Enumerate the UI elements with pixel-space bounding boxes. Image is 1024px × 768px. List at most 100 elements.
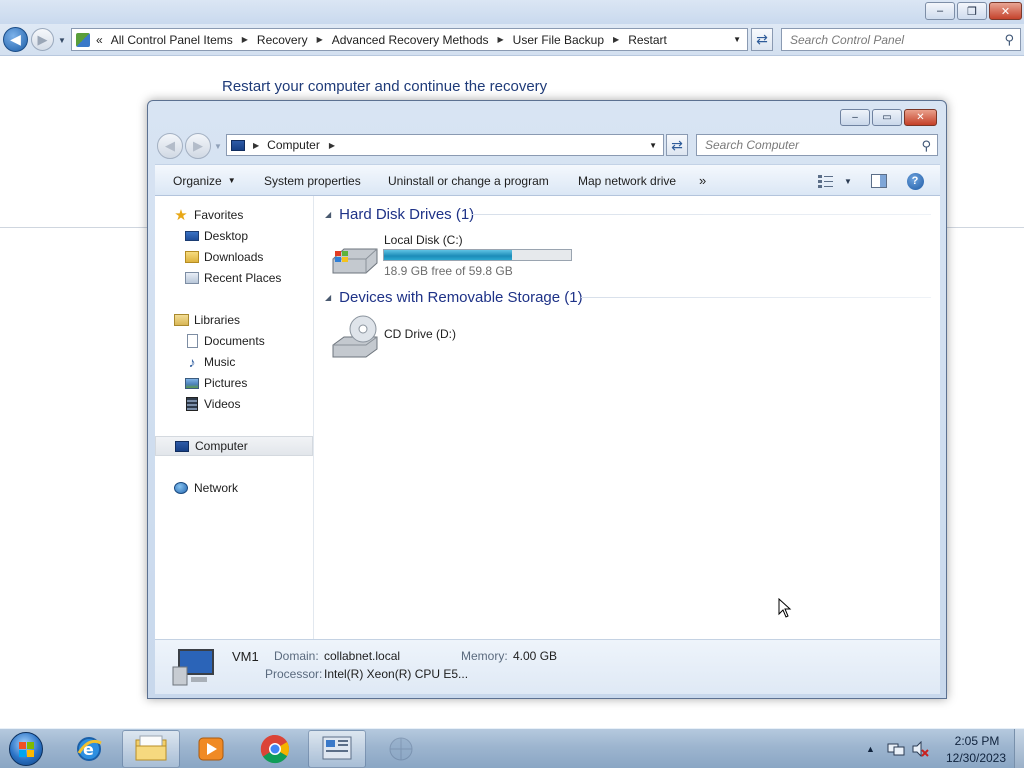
chrome-icon xyxy=(260,734,289,764)
speaker-muted-icon[interactable] xyxy=(911,741,929,757)
refresh-button[interactable]: ⇄ xyxy=(751,28,773,51)
hard-drive-icon xyxy=(332,248,378,274)
computer-explorer-window: – ▭ ✕ ◀ ▶ ▼ ▶ Computer ▶ ▼ ⇄ Search Comp… xyxy=(147,100,947,699)
nav-item-favorites[interactable]: ★ Favorites xyxy=(155,205,313,225)
maximize-button[interactable]: ▭ xyxy=(872,109,902,126)
breadcrumb-separator-icon[interactable]: ▶ xyxy=(613,35,619,44)
nav-item-label: Network xyxy=(194,481,239,495)
breadcrumb-restart[interactable]: Restart xyxy=(628,33,667,47)
taskbar-internet-explorer[interactable]: e xyxy=(60,730,118,768)
minimize-button[interactable]: – xyxy=(925,2,955,20)
breadcrumb-overflow[interactable]: « xyxy=(96,33,103,47)
map-network-drive-button[interactable]: Map network drive xyxy=(578,165,676,196)
taskbar-chrome[interactable] xyxy=(246,730,304,768)
organize-label: Organize xyxy=(173,173,222,188)
address-dropdown-icon[interactable]: ▼ xyxy=(649,141,657,150)
breadcrumb-separator-icon[interactable]: ▶ xyxy=(498,35,504,44)
group-header-removable-storage[interactable]: ◢ Devices with Removable Storage (1) xyxy=(325,287,583,307)
network-app-icon xyxy=(389,737,413,761)
help-button[interactable]: ? xyxy=(906,172,924,190)
breadcrumb-separator-icon[interactable]: ▶ xyxy=(317,35,323,44)
drive-cd-drive[interactable]: CD Drive (D:) xyxy=(330,315,530,365)
taskbar: e ▲ 2:05 PM 12/30/2023 xyxy=(0,728,1024,768)
back-button[interactable]: ◀ xyxy=(3,27,28,52)
address-bar[interactable]: « All Control Panel Items ▶ Recovery ▶ A… xyxy=(71,28,748,51)
uninstall-program-button[interactable]: Uninstall or change a program xyxy=(388,165,549,196)
nav-item-recent-places[interactable]: Recent Places xyxy=(155,268,313,288)
show-desktop-button[interactable] xyxy=(1014,729,1024,768)
search-input[interactable]: Search Computer ⚲ xyxy=(696,134,938,156)
taskbar-media-player[interactable] xyxy=(182,730,240,768)
address-dropdown-icon[interactable]: ▼ xyxy=(733,35,741,44)
more-commands-button[interactable]: » xyxy=(699,165,706,196)
nav-item-videos[interactable]: Videos xyxy=(155,394,313,414)
search-icon[interactable]: ⚲ xyxy=(921,138,931,154)
preview-pane-icon xyxy=(871,174,887,188)
clock-time[interactable]: 2:05 PM xyxy=(946,734,1008,748)
breadcrumb-separator-icon[interactable]: ▶ xyxy=(242,35,248,44)
breadcrumb-user-file-backup[interactable]: User File Backup xyxy=(513,33,604,47)
collapse-triangle-icon[interactable]: ◢ xyxy=(325,293,331,302)
minimize-button[interactable]: – xyxy=(840,109,870,126)
nav-item-label: Recent Places xyxy=(204,271,282,285)
back-button[interactable]: ◀ xyxy=(157,133,183,159)
breadcrumb-advanced-recovery-methods[interactable]: Advanced Recovery Methods xyxy=(332,33,489,47)
nav-item-computer[interactable]: Computer xyxy=(155,436,313,456)
maximize-button[interactable]: ❐ xyxy=(957,2,987,20)
organize-button[interactable]: Organize ▼ xyxy=(173,165,236,196)
windows-logo-icon xyxy=(9,732,43,766)
change-view-button[interactable] xyxy=(817,172,835,190)
view-dropdown-button[interactable]: ▼ xyxy=(839,172,857,190)
breadcrumb-computer[interactable]: Computer xyxy=(267,138,320,152)
close-button[interactable]: ✕ xyxy=(904,109,937,126)
close-button[interactable]: ✕ xyxy=(989,2,1022,20)
control-panel-icon xyxy=(76,32,90,47)
breadcrumb-recovery[interactable]: Recovery xyxy=(257,33,308,47)
nav-item-label: Pictures xyxy=(204,376,248,390)
nav-item-network[interactable]: Network xyxy=(155,478,313,498)
recent-pages-dropdown[interactable]: ▼ xyxy=(58,36,66,45)
taskbar-windows-explorer[interactable] xyxy=(122,730,180,768)
cd-drive-icon xyxy=(332,315,378,358)
nav-item-label: Favorites xyxy=(194,208,244,222)
control-panel-titlebar: – ❐ ✕ xyxy=(0,0,1024,24)
collapse-triangle-icon[interactable]: ◢ xyxy=(325,210,331,219)
group-header-hard-disk[interactable]: ◢ Hard Disk Drives (1) xyxy=(325,204,474,224)
breadcrumb-separator-icon[interactable]: ▶ xyxy=(253,141,259,150)
arrow-right-icon: ▶ xyxy=(193,138,203,153)
computer-icon xyxy=(231,139,245,151)
breadcrumb-separator-icon[interactable]: ▶ xyxy=(329,141,335,150)
memory-value: 4.00 GB xyxy=(513,649,558,663)
star-icon: ★ xyxy=(174,207,188,224)
forward-button[interactable]: ▶ xyxy=(31,28,54,51)
nav-item-libraries[interactable]: Libraries xyxy=(155,310,313,330)
show-hidden-icons-icon[interactable]: ▲ xyxy=(866,744,875,754)
processor-value: Intel(R) Xeon(R) CPU E5... xyxy=(324,667,469,681)
system-properties-button[interactable]: System properties xyxy=(264,165,361,196)
nav-item-documents[interactable]: Documents xyxy=(155,331,313,351)
refresh-button[interactable]: ⇄ xyxy=(666,134,688,156)
preview-pane-button[interactable] xyxy=(870,172,888,190)
network-status-icon[interactable] xyxy=(887,741,905,757)
nav-item-pictures[interactable]: Pictures xyxy=(155,373,313,393)
internet-explorer-icon: e xyxy=(77,737,102,761)
music-note-icon: ♪ xyxy=(188,354,196,370)
breadcrumb-all-control-panel-items[interactable]: All Control Panel Items xyxy=(111,33,233,47)
group-title: Hard Disk Drives (1) xyxy=(339,205,475,223)
start-button[interactable] xyxy=(5,731,47,767)
drive-local-disk[interactable]: Local Disk (C:) 18.9 GB free of 59.8 GB xyxy=(330,229,580,279)
view-options-icon xyxy=(818,175,833,188)
nav-item-music[interactable]: ♪ Music xyxy=(155,352,313,372)
computer-name: VM1 xyxy=(232,649,259,664)
nav-item-desktop[interactable]: Desktop xyxy=(155,226,313,246)
address-bar[interactable]: ▶ Computer ▶ ▼ xyxy=(226,134,664,156)
recent-pages-dropdown[interactable]: ▼ xyxy=(214,142,222,151)
forward-button[interactable]: ▶ xyxy=(185,133,211,159)
taskbar-control-panel[interactable] xyxy=(308,730,366,768)
search-icon[interactable]: ⚲ xyxy=(1004,32,1014,48)
nav-item-downloads[interactable]: Downloads xyxy=(155,247,313,267)
clock-date[interactable]: 12/30/2023 xyxy=(940,751,1012,765)
refresh-icon: ⇄ xyxy=(756,31,768,47)
search-input[interactable]: Search Control Panel ⚲ xyxy=(781,28,1021,51)
taskbar-network-app[interactable] xyxy=(372,730,430,768)
